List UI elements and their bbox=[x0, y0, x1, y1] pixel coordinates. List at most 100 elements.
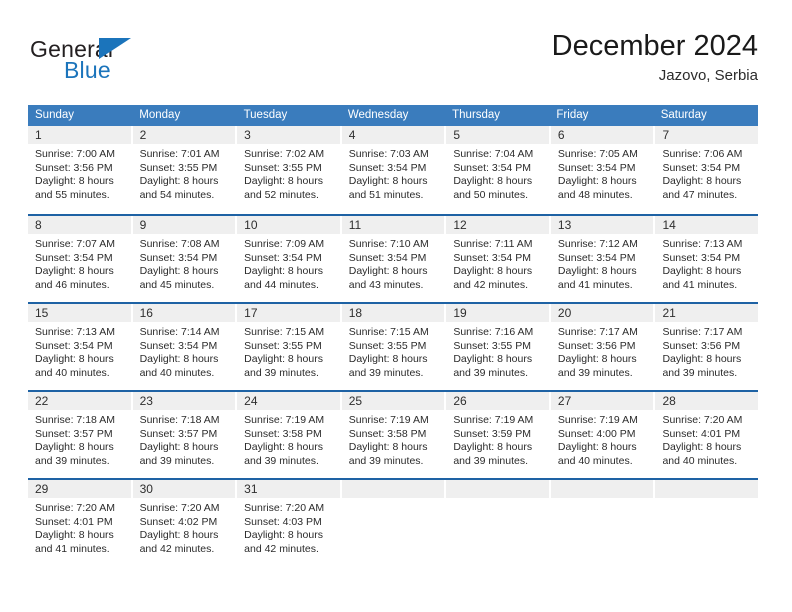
calendar-day-cell[interactable]: 29 Sunrise: 7:20 AM Sunset: 4:01 PM Dayligh… bbox=[28, 480, 133, 566]
sunset-text: Sunset: 3:54 PM bbox=[453, 161, 531, 174]
page-title: December 2024 bbox=[551, 30, 758, 62]
daylight-text-line1: Daylight: 8 hours bbox=[348, 265, 428, 277]
calendar-day-cell[interactable]: 7 Sunrise: 7:06 AM Sunset: 3:54 PM Daylight… bbox=[655, 126, 759, 214]
weekday-header-saturday: Saturday bbox=[660, 109, 707, 121]
sunrise-text: Sunrise: 7:20 AM bbox=[662, 414, 743, 426]
calendar-week-row: 1 Sunrise: 7:00 AM Sunset: 3:56 PM Daylight… bbox=[28, 126, 759, 214]
day-number: 1 bbox=[28, 126, 131, 144]
calendar-day-cell[interactable]: 8 Sunrise: 7:07 AM Sunset: 3:54 PM Daylight… bbox=[28, 216, 133, 302]
daylight-text-line2: and 42 minutes. bbox=[453, 278, 529, 291]
sunset-text: Sunset: 3:56 PM bbox=[557, 339, 636, 352]
day-sun-info: Sunrise: 7:05 AM Sunset: 3:54 PM Daylight:… bbox=[551, 144, 654, 202]
sunset-text: Sunset: 4:02 PM bbox=[139, 515, 218, 528]
calendar-day-cell[interactable]: 31 Sunrise: 7:20 AM Sunset: 4:03 PM Dayligh… bbox=[237, 480, 342, 566]
daylight-text-line1: Daylight: 8 hours bbox=[557, 175, 637, 187]
day-number bbox=[446, 480, 549, 498]
weekday-header-friday: Friday bbox=[556, 109, 589, 121]
sunset-text: Sunset: 3:54 PM bbox=[35, 251, 113, 264]
daylight-text-line1: Daylight: 8 hours bbox=[35, 441, 114, 453]
sunset-text: Sunset: 3:54 PM bbox=[348, 161, 427, 174]
daylight-text-line2: and 39 minutes. bbox=[244, 366, 319, 379]
sunset-text: Sunset: 3:56 PM bbox=[662, 339, 741, 352]
weekday-header-row: Sunday Monday Tuesday Wednesday Thursday Frid… bbox=[28, 105, 758, 126]
day-number: 18 bbox=[341, 304, 445, 322]
calendar-day-cell[interactable]: 12 Sunrise: 7:11 AM Sunset: 3:54 PM Dayligh… bbox=[446, 216, 551, 302]
day-number bbox=[341, 480, 445, 498]
day-sun-info: Sunrise: 7:19 AM Sunset: 3:59 PM Daylight:… bbox=[446, 410, 549, 468]
daylight-text-line2: and 43 minutes. bbox=[348, 278, 424, 291]
calendar-day-cell[interactable]: 21 Sunrise: 7:17 AM Sunset: 3:56 PM Dayligh… bbox=[655, 304, 759, 390]
daylight-text-line2: and 51 minutes. bbox=[348, 188, 424, 201]
sunset-text: Sunset: 3:54 PM bbox=[139, 339, 218, 352]
daylight-text-line1: Daylight: 8 hours bbox=[244, 175, 323, 187]
day-number: 26 bbox=[446, 392, 549, 410]
calendar-day-cell[interactable]: 11 Sunrise: 7:10 AM Sunset: 3:54 PM Dayligh… bbox=[341, 216, 447, 302]
sunrise-text: Sunrise: 7:13 AM bbox=[35, 326, 115, 338]
calendar-day-cell[interactable]: 20 Sunrise: 7:17 AM Sunset: 3:56 PM Dayligh… bbox=[550, 304, 656, 390]
day-sun-info: Sunrise: 7:18 AM Sunset: 3:57 PM Daylight:… bbox=[133, 410, 236, 468]
sunrise-text: Sunrise: 7:13 AM bbox=[662, 238, 743, 250]
sunrise-text: Sunrise: 7:18 AM bbox=[35, 414, 115, 426]
calendar-day-cell[interactable]: 17 Sunrise: 7:15 AM Sunset: 3:55 PM Dayligh… bbox=[237, 304, 342, 390]
daylight-text-line2: and 39 minutes. bbox=[139, 454, 215, 467]
day-sun-info: Sunrise: 7:01 AM Sunset: 3:55 PM Daylight:… bbox=[133, 144, 236, 202]
calendar-day-cell[interactable]: 14 Sunrise: 7:13 AM Sunset: 3:54 PM Dayligh… bbox=[655, 216, 759, 302]
daylight-text-line2: and 47 minutes. bbox=[662, 188, 738, 201]
day-sun-info: Sunrise: 7:10 AM Sunset: 3:54 PM Daylight:… bbox=[342, 234, 445, 292]
daylight-text-line1: Daylight: 8 hours bbox=[662, 175, 742, 187]
calendar-day-cell[interactable]: 3 Sunrise: 7:02 AM Sunset: 3:55 PM Daylight… bbox=[237, 126, 342, 214]
daylight-text-line1: Daylight: 8 hours bbox=[244, 353, 323, 365]
sunset-text: Sunset: 3:54 PM bbox=[348, 251, 427, 264]
calendar-day-cell[interactable]: 19 Sunrise: 7:16 AM Sunset: 3:55 PM Dayligh… bbox=[446, 304, 551, 390]
sunrise-text: Sunrise: 7:09 AM bbox=[244, 238, 325, 250]
day-number: 28 bbox=[655, 392, 759, 410]
day-sun-info: Sunrise: 7:12 AM Sunset: 3:54 PM Daylight:… bbox=[551, 234, 654, 292]
day-number: 20 bbox=[550, 304, 654, 322]
calendar-day-cell[interactable]: 16 Sunrise: 7:14 AM Sunset: 3:54 PM Dayligh… bbox=[132, 304, 238, 390]
calendar-day-cell[interactable]: 28 Sunrise: 7:20 AM Sunset: 4:01 PM Dayligh… bbox=[655, 392, 759, 478]
calendar-day-cell[interactable]: 5 Sunrise: 7:04 AM Sunset: 3:54 PM Daylight… bbox=[446, 126, 551, 214]
daylight-text-line1: Daylight: 8 hours bbox=[139, 529, 219, 541]
calendar-day-cell[interactable]: 23 Sunrise: 7:18 AM Sunset: 3:57 PM Dayligh… bbox=[132, 392, 238, 478]
day-number: 25 bbox=[341, 392, 445, 410]
sunrise-text: Sunrise: 7:01 AM bbox=[139, 148, 220, 160]
general-blue-logo[interactable]: General Blue bbox=[28, 36, 228, 92]
daylight-text-line2: and 41 minutes. bbox=[557, 278, 633, 291]
calendar-day-cell[interactable]: 9 Sunrise: 7:08 AM Sunset: 3:54 PM Daylight… bbox=[132, 216, 238, 302]
daylight-text-line1: Daylight: 8 hours bbox=[557, 441, 637, 453]
day-number: 16 bbox=[132, 304, 236, 322]
sunrise-text: Sunrise: 7:20 AM bbox=[35, 502, 115, 514]
calendar-day-cell[interactable]: 18 Sunrise: 7:15 AM Sunset: 3:55 PM Dayligh… bbox=[341, 304, 447, 390]
calendar-day-cell[interactable]: 6 Sunrise: 7:05 AM Sunset: 3:54 PM Daylight… bbox=[550, 126, 656, 214]
sunset-text: Sunset: 3:54 PM bbox=[35, 339, 113, 352]
calendar-day-cell[interactable]: 24 Sunrise: 7:19 AM Sunset: 3:58 PM Dayligh… bbox=[237, 392, 342, 478]
sunset-text: Sunset: 3:54 PM bbox=[662, 161, 741, 174]
calendar-day-cell[interactable]: 1 Sunrise: 7:00 AM Sunset: 3:56 PM Daylight… bbox=[28, 126, 133, 214]
calendar-day-cell[interactable]: 26 Sunrise: 7:19 AM Sunset: 3:59 PM Dayligh… bbox=[446, 392, 551, 478]
calendar-day-cell[interactable]: 27 Sunrise: 7:19 AM Sunset: 4:00 PM Dayligh… bbox=[550, 392, 656, 478]
calendar-day-cell[interactable]: 4 Sunrise: 7:03 AM Sunset: 3:54 PM Daylight… bbox=[341, 126, 447, 214]
sunrise-text: Sunrise: 7:20 AM bbox=[244, 502, 325, 514]
day-sun-info: Sunrise: 7:19 AM Sunset: 3:58 PM Daylight:… bbox=[342, 410, 445, 468]
location-subtitle: Jazovo, Serbia bbox=[658, 67, 758, 84]
sunset-text: Sunset: 3:58 PM bbox=[348, 427, 427, 440]
calendar-day-cell[interactable]: 22 Sunrise: 7:18 AM Sunset: 3:57 PM Dayligh… bbox=[28, 392, 133, 478]
day-number: 30 bbox=[132, 480, 236, 498]
calendar-day-cell[interactable]: 30 Sunrise: 7:20 AM Sunset: 4:02 PM Dayligh… bbox=[132, 480, 238, 566]
sunset-text: Sunset: 4:00 PM bbox=[557, 427, 636, 440]
calendar-day-cell[interactable]: 13 Sunrise: 7:12 AM Sunset: 3:54 PM Dayligh… bbox=[550, 216, 656, 302]
calendar-day-cell[interactable]: 10 Sunrise: 7:09 AM Sunset: 3:54 PM Dayligh… bbox=[237, 216, 342, 302]
day-sun-info: Sunrise: 7:20 AM Sunset: 4:01 PM Daylight:… bbox=[655, 410, 758, 468]
day-number: 7 bbox=[655, 126, 759, 144]
calendar-day-cell-empty bbox=[341, 480, 447, 566]
daylight-text-line2: and 39 minutes. bbox=[244, 454, 319, 467]
calendar-day-cell[interactable]: 2 Sunrise: 7:01 AM Sunset: 3:55 PM Daylight… bbox=[132, 126, 238, 214]
calendar-day-cell[interactable]: 15 Sunrise: 7:13 AM Sunset: 3:54 PM Dayligh… bbox=[28, 304, 133, 390]
triangle-flag-icon bbox=[99, 38, 131, 59]
calendar-day-cell[interactable]: 25 Sunrise: 7:19 AM Sunset: 3:58 PM Dayligh… bbox=[341, 392, 447, 478]
sunset-text: Sunset: 4:03 PM bbox=[244, 515, 322, 528]
day-sun-info: Sunrise: 7:19 AM Sunset: 4:00 PM Daylight:… bbox=[551, 410, 654, 468]
daylight-text-line1: Daylight: 8 hours bbox=[139, 175, 219, 187]
day-number bbox=[655, 480, 759, 498]
calendar-week-row: 8 Sunrise: 7:07 AM Sunset: 3:54 PM Daylight… bbox=[28, 214, 759, 302]
